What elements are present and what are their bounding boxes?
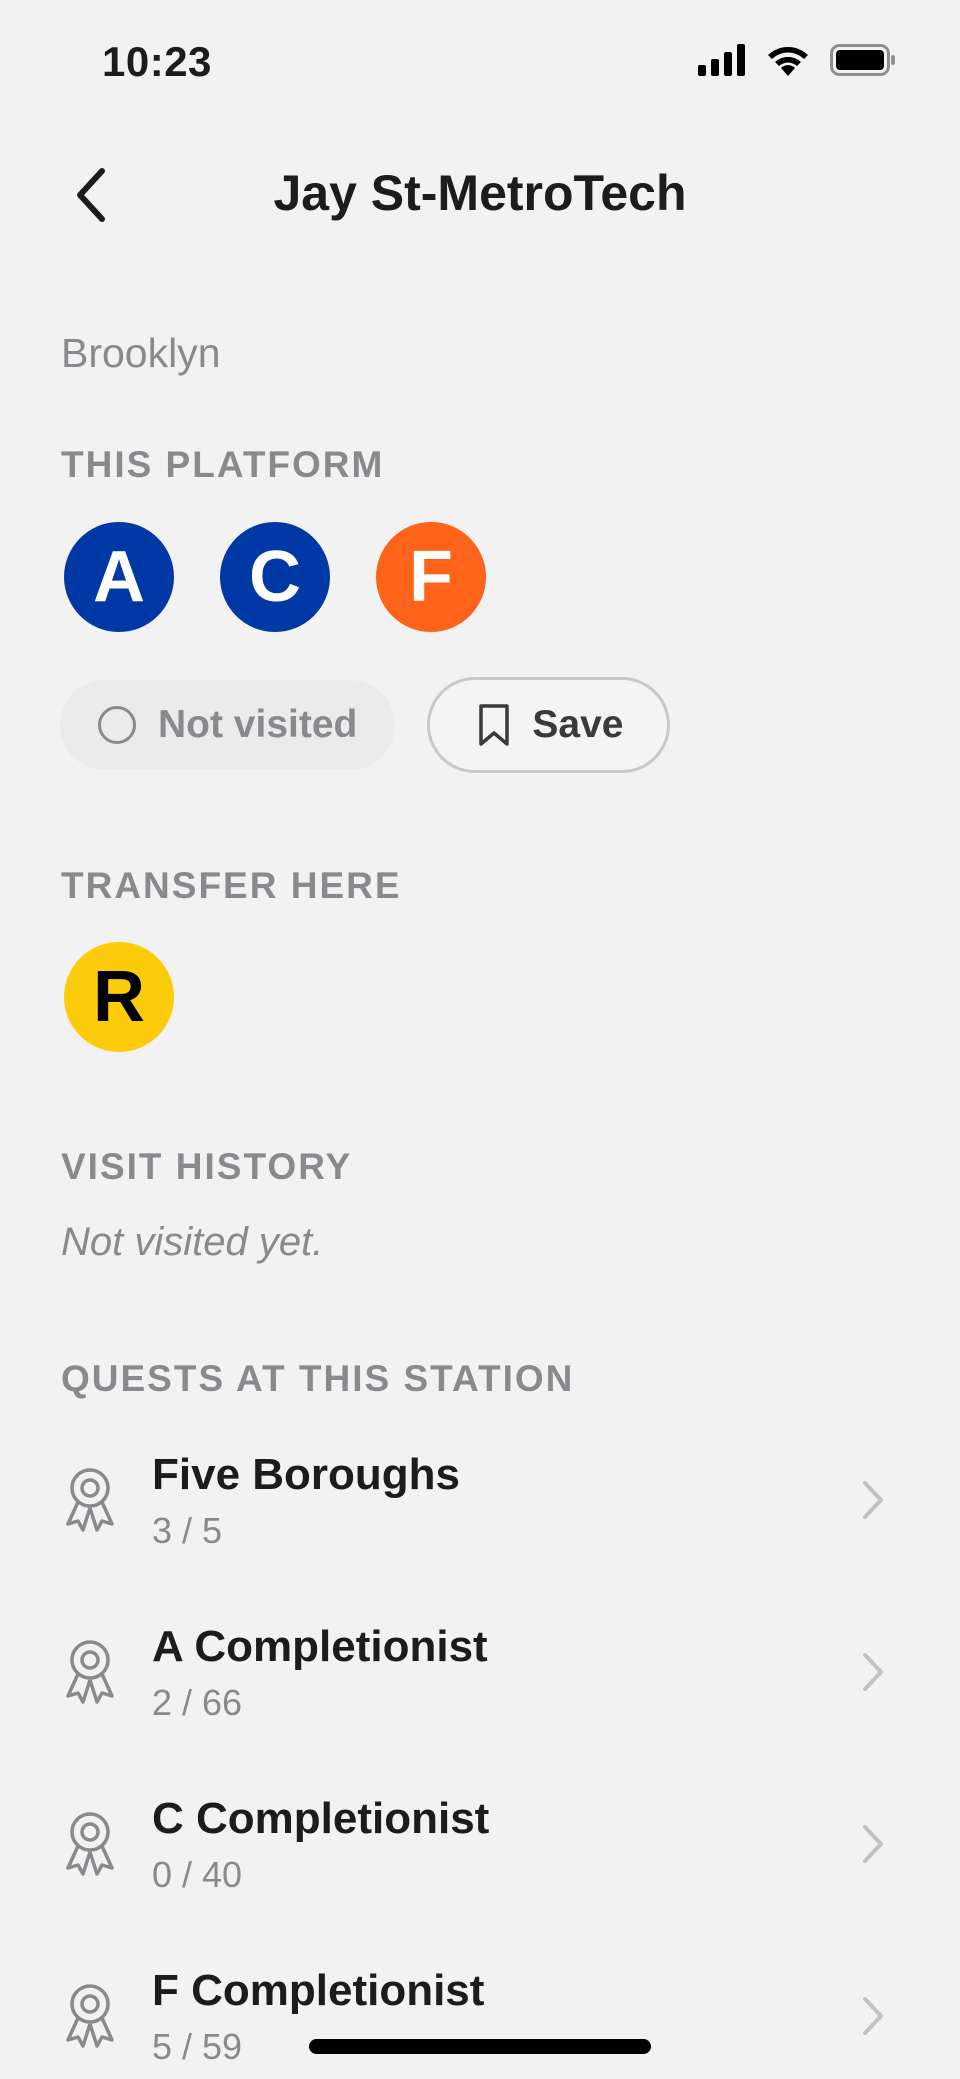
- award-ribbon-icon: [66, 1984, 114, 2048]
- status-bar: 10:23: [0, 0, 960, 120]
- quest-list: Five Boroughs 3 / 5 A Completionist 2 / …: [0, 1420, 960, 2079]
- quest-item-c-completionist[interactable]: C Completionist 0 / 40: [0, 1764, 960, 1936]
- visited-label: Not visited: [158, 703, 358, 746]
- status-time: 10:23: [102, 38, 212, 85]
- transfer-routes: R: [64, 942, 174, 1052]
- quest-progress: 0 / 40: [152, 1854, 243, 1895]
- transfer-section-label: TRANSFER HERE: [61, 865, 402, 906]
- status-icons: [698, 44, 896, 76]
- quests-section-label: QUESTS AT THIS STATION: [61, 1358, 575, 1399]
- platform-routes: A C F: [64, 522, 486, 632]
- visit-history-empty: Not visited yet.: [61, 1220, 324, 1264]
- award-ribbon-icon: [66, 1640, 114, 1704]
- award-ribbon-icon: [66, 1468, 114, 1532]
- cellular-signal-icon: [698, 44, 745, 76]
- route-bullet-a[interactable]: A: [64, 522, 174, 632]
- quest-progress: 2 / 66: [152, 1682, 243, 1723]
- quest-item-a-completionist[interactable]: A Completionist 2 / 66: [0, 1592, 960, 1764]
- chevron-right-icon: [863, 1653, 883, 1691]
- quest-progress: 3 / 5: [152, 1510, 223, 1551]
- page-title: Jay St-MetroTech: [273, 165, 687, 221]
- route-bullet-c[interactable]: C: [220, 522, 330, 632]
- save-button[interactable]: Save: [427, 677, 671, 773]
- battery-icon: [830, 44, 895, 76]
- visited-toggle[interactable]: Not visited: [60, 680, 396, 770]
- award-ribbon-icon: [66, 1812, 114, 1876]
- wifi-icon: [768, 47, 808, 76]
- quest-progress: 5 / 59: [152, 2026, 243, 2067]
- save-label: Save: [532, 703, 624, 746]
- home-indicator[interactable]: [309, 2039, 651, 2054]
- platform-section-label: THIS PLATFORM: [61, 444, 385, 485]
- empty-circle-icon: [98, 706, 136, 744]
- station-detail-screen: 10:23 Jay St-MetroTech Brooklyn THIS PLA…: [0, 0, 960, 2079]
- visit-history-section-label: VISIT HISTORY: [61, 1146, 353, 1187]
- station-actions: Not visited Save: [60, 677, 671, 773]
- quest-name: F Completionist: [152, 1966, 485, 2015]
- quest-name: Five Boroughs: [152, 1450, 461, 1499]
- route-bullet-r[interactable]: R: [64, 942, 174, 1052]
- chevron-right-icon: [863, 1481, 883, 1519]
- chevron-right-icon: [863, 1997, 883, 2035]
- quest-item-five-boroughs[interactable]: Five Boroughs 3 / 5: [0, 1420, 960, 1592]
- navigation-bar: Jay St-MetroTech: [0, 150, 960, 240]
- quest-name: C Completionist: [152, 1794, 490, 1843]
- route-bullet-f[interactable]: F: [376, 522, 486, 632]
- quest-item-f-completionist[interactable]: F Completionist 5 / 59: [0, 1936, 960, 2079]
- bookmark-icon: [479, 704, 510, 746]
- station-borough: Brooklyn: [61, 330, 221, 376]
- chevron-right-icon: [863, 1825, 883, 1863]
- quest-name: A Completionist: [152, 1622, 488, 1671]
